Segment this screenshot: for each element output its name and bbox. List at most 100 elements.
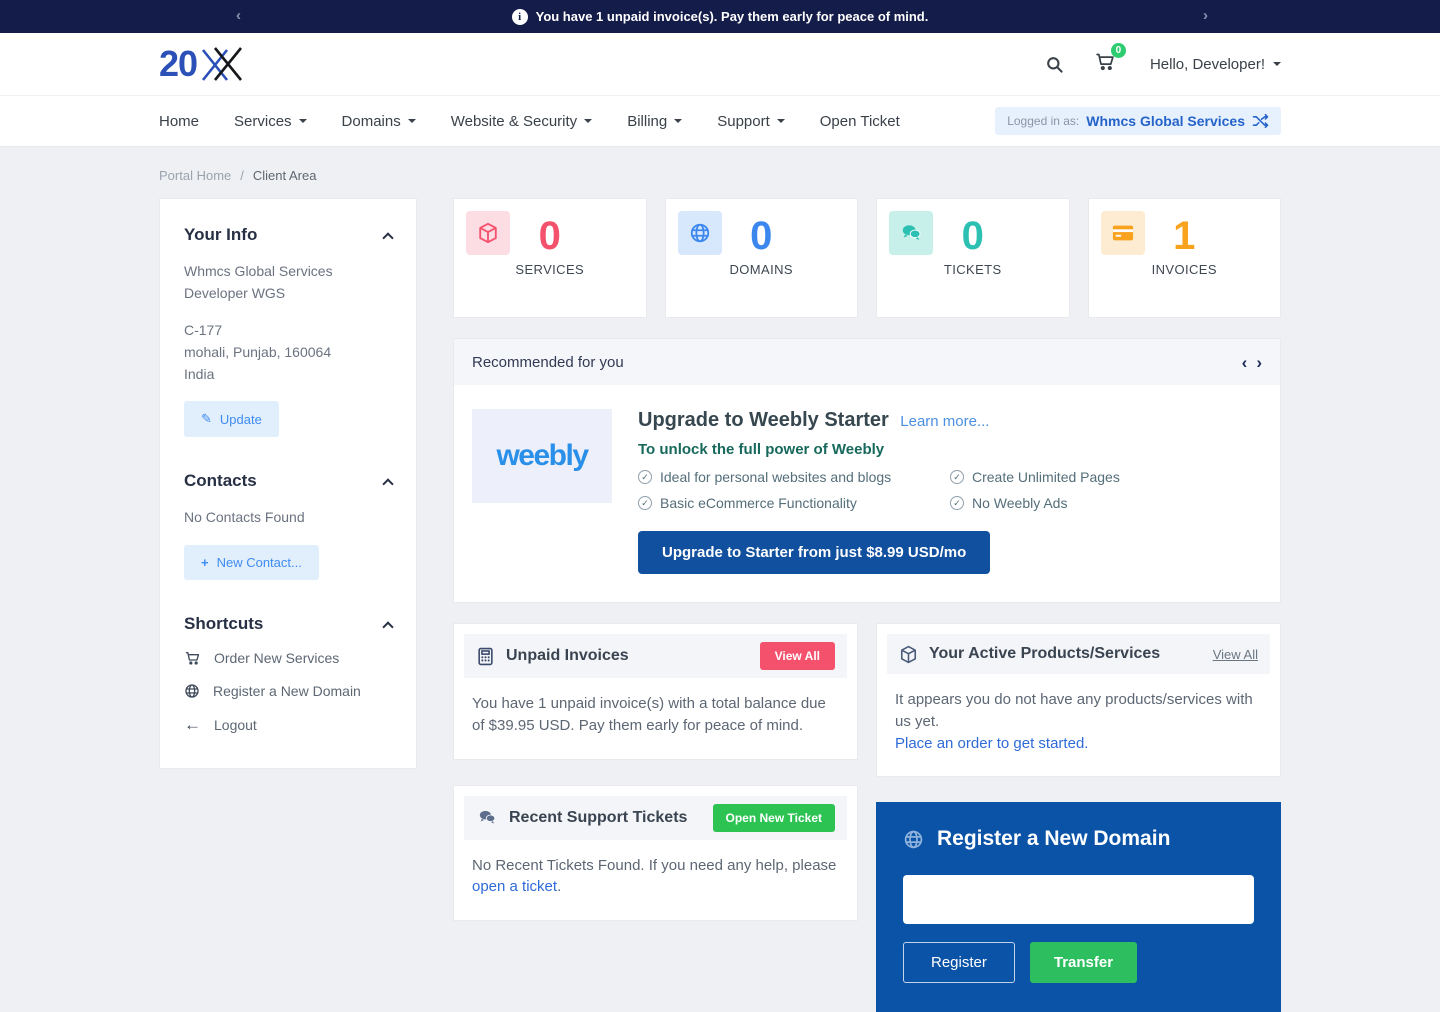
- client-country: India: [184, 364, 392, 386]
- globe-icon: [689, 222, 711, 244]
- notice-next-icon[interactable]: ›: [1203, 8, 1208, 23]
- contacts-panel: Contacts No Contacts Found + New Contact…: [184, 471, 392, 580]
- upgrade-cta-button[interactable]: Upgrade to Starter from just $8.99 USD/m…: [638, 531, 990, 574]
- cart-count-badge: 0: [1111, 43, 1126, 58]
- notice-bar: ‹ i You have 1 unpaid invoice(s). Pay th…: [0, 0, 1440, 33]
- unpaid-invoices-header: Unpaid Invoices View All: [464, 634, 847, 678]
- active-products-body: It appears you do not have any products/…: [887, 674, 1270, 760]
- chevron-up-icon: [382, 232, 393, 243]
- feature-item: ✓ Ideal for personal websites and blogs: [638, 469, 950, 485]
- box-icon: [899, 645, 918, 664]
- check-circle-icon: ✓: [950, 496, 964, 510]
- client-address1: C-177: [184, 320, 392, 342]
- recommended-panel: Recommended for you ‹ › weebly Upgrade t…: [453, 338, 1281, 603]
- chevron-down-icon: [674, 119, 682, 123]
- nav-item-website-security[interactable]: Website & Security: [451, 113, 592, 130]
- box-icon: [477, 222, 499, 244]
- stat-card-invoices[interactable]: 1 INVOICES: [1088, 198, 1282, 318]
- cart-icon[interactable]: 0: [1094, 51, 1116, 77]
- view-all-products-link[interactable]: View All: [1213, 647, 1258, 662]
- logo[interactable]: 20: [159, 44, 245, 84]
- stat-card-services[interactable]: 0 SERVICES: [453, 198, 647, 318]
- your-info-header[interactable]: Your Info: [184, 225, 392, 245]
- account-menu[interactable]: Hello, Developer!: [1150, 56, 1281, 73]
- chevron-down-icon: [777, 119, 785, 123]
- shortcut-register-domain[interactable]: Register a New Domain: [184, 683, 392, 699]
- update-info-button[interactable]: ✎ Update: [184, 401, 279, 437]
- unpaid-invoices-body: You have 1 unpaid invoice(s) with a tota…: [464, 678, 847, 743]
- support-tickets-panel: Recent Support Tickets Open New Ticket N…: [453, 785, 858, 922]
- open-new-ticket-button[interactable]: Open New Ticket: [713, 804, 835, 832]
- switch-account-icon: [1252, 114, 1269, 128]
- breadcrumb-portal-home[interactable]: Portal Home: [159, 168, 231, 183]
- services-label: SERVICES: [454, 262, 646, 277]
- pencil-icon: ✎: [201, 411, 212, 427]
- arrow-left-icon: ←: [184, 716, 201, 733]
- nav-item-billing[interactable]: Billing: [627, 113, 682, 130]
- chevron-down-icon: [1273, 62, 1281, 66]
- notice: i You have 1 unpaid invoice(s). Pay them…: [512, 9, 929, 25]
- recommended-title: Recommended for you: [472, 354, 624, 371]
- carousel-next-icon[interactable]: ›: [1256, 354, 1262, 371]
- shortcuts-header[interactable]: Shortcuts: [184, 614, 392, 634]
- active-products-header: Your Active Products/Services View All: [887, 634, 1270, 674]
- stat-card-tickets[interactable]: 0 TICKETS: [876, 198, 1070, 318]
- nav-item-support[interactable]: Support: [717, 113, 785, 130]
- carousel-prev-icon[interactable]: ‹: [1242, 354, 1248, 371]
- credit-card-icon: [1112, 224, 1134, 242]
- cart-icon: [184, 650, 201, 666]
- view-all-invoices-button[interactable]: View All: [760, 642, 835, 670]
- search-icon[interactable]: [1045, 55, 1064, 74]
- client-company: Developer WGS: [184, 283, 392, 305]
- feature-list: ✓ Ideal for personal websites and blogs …: [638, 469, 1262, 511]
- support-tickets-title: Recent Support Tickets: [509, 809, 713, 827]
- domain-search-input[interactable]: [903, 875, 1254, 924]
- open-ticket-link[interactable]: open a ticket: [472, 878, 557, 895]
- header-actions: 0 Hello, Developer!: [1045, 51, 1281, 77]
- feature-item: ✓ Create Unlimited Pages: [950, 469, 1262, 485]
- globe-icon: [184, 683, 200, 699]
- notice-prev-icon[interactable]: ‹: [236, 8, 241, 23]
- place-order-link[interactable]: Place an order to get started.: [895, 735, 1088, 752]
- register-domain-header: Register a New Domain: [903, 827, 1254, 851]
- shortcut-logout[interactable]: ← Logout: [184, 716, 392, 733]
- main-nav: Home Services Domains Website & Security…: [0, 95, 1440, 147]
- product-subtitle: To unlock the full power of Weebly: [638, 441, 1262, 458]
- logo-x-mark: [199, 44, 245, 84]
- nav-item-services[interactable]: Services: [234, 113, 307, 130]
- register-button[interactable]: Register: [903, 942, 1015, 983]
- calculator-icon: [476, 647, 495, 666]
- logged-in-label: Logged in as:: [1007, 114, 1079, 128]
- sidebar: Your Info Whmcs Global Services Develope…: [159, 198, 417, 769]
- invoices-label: INVOICES: [1089, 262, 1281, 277]
- register-domain-title: Register a New Domain: [937, 827, 1170, 851]
- transfer-button[interactable]: Transfer: [1030, 942, 1137, 983]
- active-products-title: Your Active Products/Services: [929, 645, 1213, 663]
- chevron-up-icon: [382, 478, 393, 489]
- product-title: Upgrade to Weebly Starter: [638, 409, 889, 431]
- contacts-header[interactable]: Contacts: [184, 471, 392, 491]
- breadcrumb-separator: /: [240, 168, 244, 183]
- shortcuts-title: Shortcuts: [184, 614, 263, 634]
- chat-bubbles-icon: [476, 808, 498, 827]
- stat-card-domains[interactable]: 0 DOMAINS: [665, 198, 859, 318]
- stats-row: 0 SERVICES 0 DOMAINS: [453, 198, 1281, 318]
- nav-item-domains[interactable]: Domains: [342, 113, 416, 130]
- chevron-down-icon: [408, 119, 416, 123]
- logged-in-as[interactable]: Logged in as: Whmcs Global Services: [995, 107, 1281, 135]
- nav-item-home[interactable]: Home: [159, 113, 199, 130]
- nav-item-open-ticket[interactable]: Open Ticket: [820, 113, 900, 130]
- client-address2: mohali, Punjab, 160064: [184, 342, 392, 364]
- chat-bubbles-icon: [899, 222, 923, 244]
- new-contact-button[interactable]: + New Contact...: [184, 545, 319, 580]
- learn-more-link[interactable]: Learn more...: [900, 413, 989, 430]
- shortcut-order-new-services[interactable]: Order New Services: [184, 650, 392, 666]
- greeting-text: Hello, Developer!: [1150, 56, 1265, 73]
- chevron-down-icon: [584, 119, 592, 123]
- notice-text: You have 1 unpaid invoice(s). Pay them e…: [536, 9, 929, 24]
- nav-items: Home Services Domains Website & Security…: [159, 113, 900, 130]
- recommended-body: weebly Upgrade to Weebly Starter Learn m…: [454, 385, 1280, 602]
- chevron-up-icon: [382, 621, 393, 632]
- globe-icon: [903, 829, 924, 850]
- breadcrumb-current: Client Area: [253, 168, 317, 183]
